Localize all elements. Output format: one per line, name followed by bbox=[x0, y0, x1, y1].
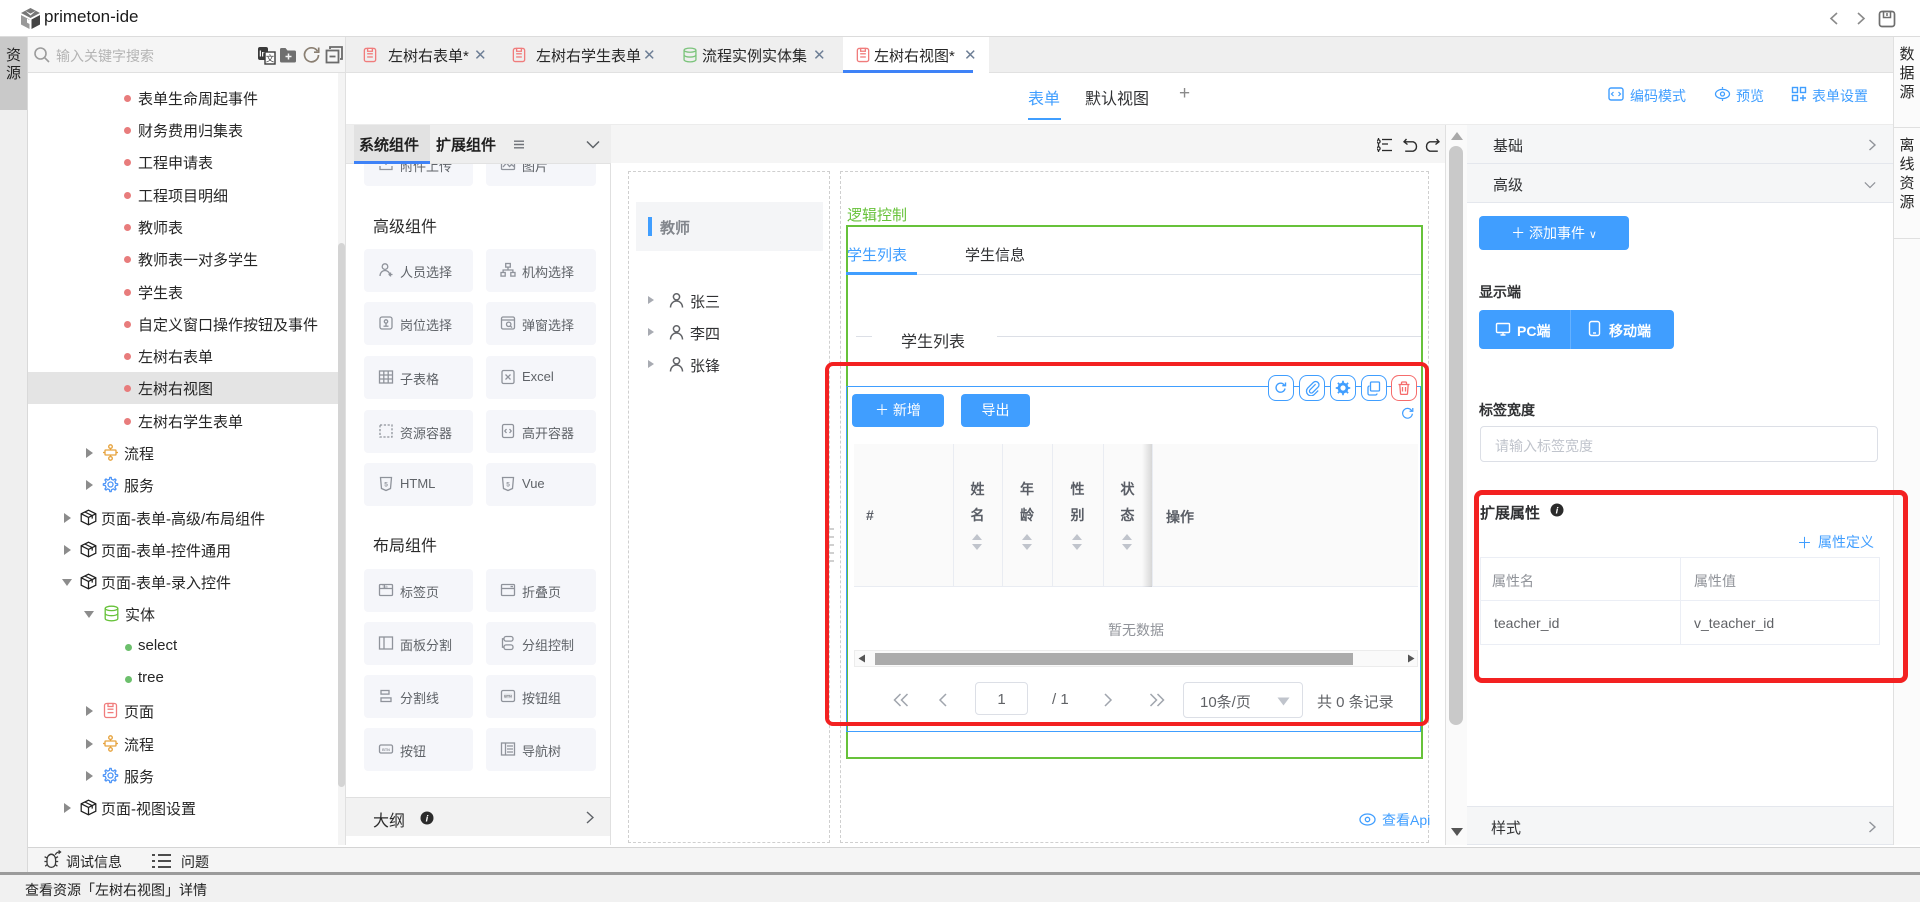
svg-text:5: 5 bbox=[384, 482, 388, 489]
svg-text:文: 文 bbox=[266, 54, 275, 64]
svg-text:BTN: BTN bbox=[504, 694, 512, 698]
svg-text:Tab: Tab bbox=[382, 585, 388, 589]
svg-text:5: 5 bbox=[506, 482, 510, 489]
svg-text:BTN: BTN bbox=[382, 748, 390, 752]
svg-text:i: i bbox=[426, 813, 429, 824]
